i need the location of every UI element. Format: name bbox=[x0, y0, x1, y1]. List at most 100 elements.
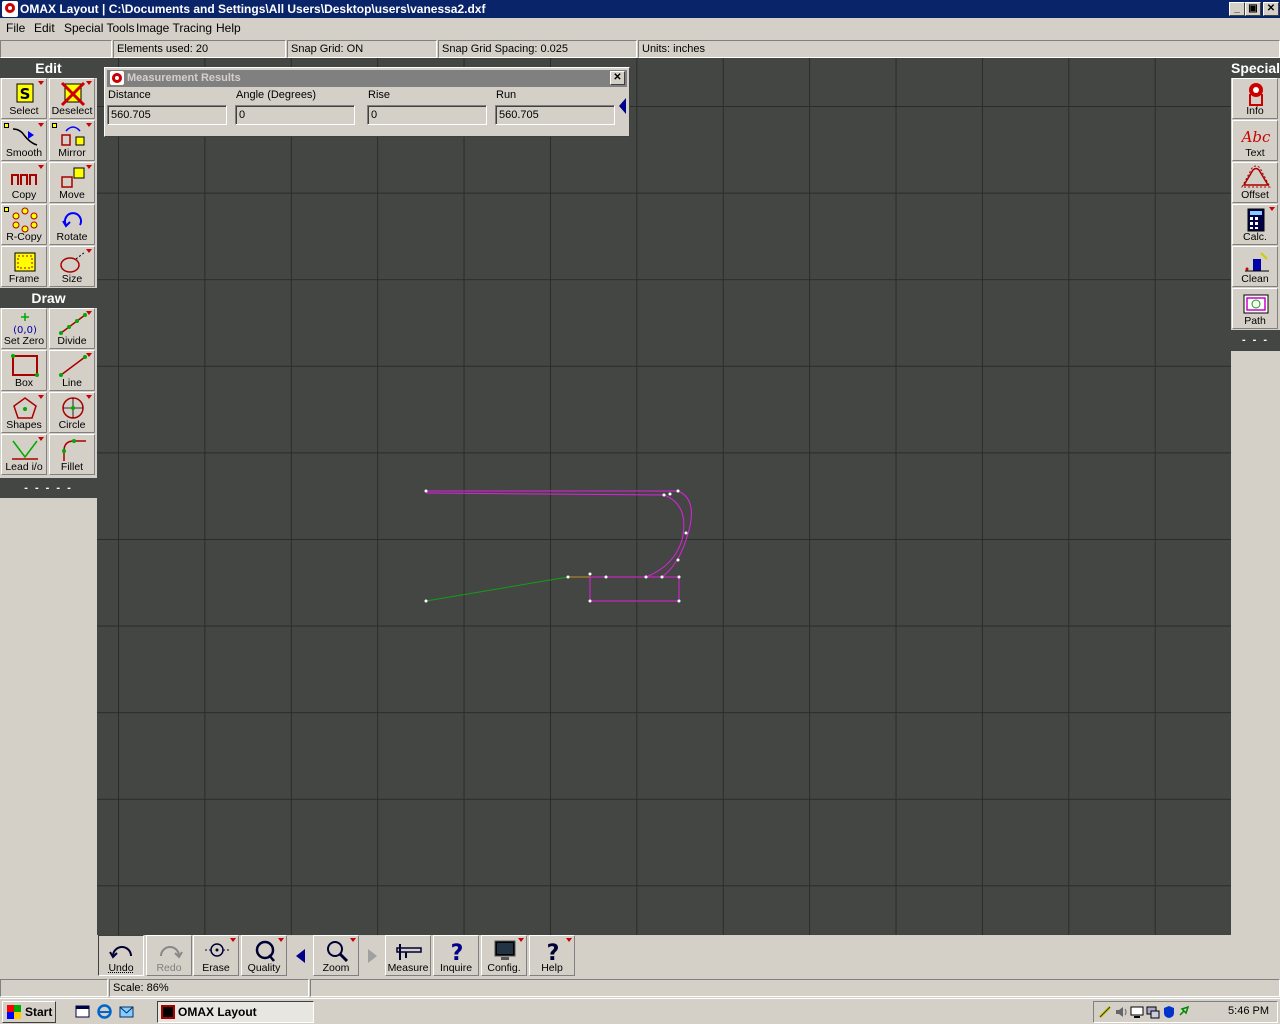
right-panel-expander[interactable]: - - - bbox=[1231, 330, 1280, 351]
network-icon[interactable] bbox=[1098, 1005, 1112, 1019]
rise-label: Rise bbox=[368, 89, 391, 101]
menu-special-tools[interactable]: Special Tools bbox=[64, 21, 135, 35]
right-tool-panel: Special Info Abc Text Offset Calc. Clean… bbox=[1231, 58, 1280, 351]
offset-icon bbox=[1241, 165, 1271, 188]
volume-icon[interactable] bbox=[1114, 1005, 1128, 1019]
redo-button[interactable]: Redo bbox=[146, 935, 192, 976]
outlook-express-icon[interactable] bbox=[118, 1003, 135, 1020]
circle-icon bbox=[62, 397, 84, 419]
offset-tool[interactable]: Offset bbox=[1232, 162, 1278, 203]
show-desktop-icon[interactable] bbox=[74, 1003, 91, 1020]
info-status-bar: Elements used: 20 Snap Grid: ON Snap Gri… bbox=[0, 40, 1280, 58]
inner-path[interactable] bbox=[425, 492, 685, 578]
inquire-button[interactable]: ? Inquire bbox=[433, 935, 479, 976]
menu-edit[interactable]: Edit bbox=[34, 21, 55, 35]
display-icon[interactable] bbox=[1130, 1005, 1144, 1019]
size-icon bbox=[60, 251, 86, 273]
mirror-tool[interactable]: Mirror bbox=[49, 120, 95, 161]
menu-image-tracing[interactable]: Image Tracing bbox=[136, 21, 212, 35]
taskbar-clock[interactable]: 5:46 PM bbox=[1228, 1005, 1269, 1017]
select-tool[interactable]: S Select bbox=[1, 78, 47, 119]
zoom-next-icon[interactable] bbox=[365, 947, 379, 965]
question-icon: ? bbox=[451, 941, 464, 964]
app-icon[interactable] bbox=[2, 1, 18, 17]
drawing-canvas[interactable] bbox=[97, 58, 1231, 935]
r-copy-tool[interactable]: R-Copy bbox=[1, 204, 47, 245]
title-bar: OMAX Layout | C:\Documents and Settings\… bbox=[0, 0, 1280, 18]
tab-box[interactable] bbox=[589, 576, 680, 602]
calc-tool[interactable]: Calc. bbox=[1232, 204, 1278, 245]
menu-help[interactable]: Help bbox=[216, 21, 241, 35]
config-button[interactable]: Config. bbox=[481, 935, 527, 976]
measurement-title-bar[interactable]: Measurement Results ✕ bbox=[107, 70, 627, 87]
computer-icon[interactable] bbox=[1146, 1005, 1160, 1019]
shield-icon[interactable] bbox=[1162, 1005, 1176, 1019]
monitor-icon bbox=[494, 940, 516, 960]
copy-tool[interactable]: Copy bbox=[1, 162, 47, 203]
circle-tool[interactable]: Circle bbox=[49, 392, 95, 433]
svg-text:?: ? bbox=[547, 941, 560, 964]
collapse-arrow-icon[interactable] bbox=[619, 98, 627, 114]
left-panel-expander[interactable]: - - - - - bbox=[0, 478, 97, 498]
internet-explorer-icon[interactable] bbox=[96, 1003, 113, 1020]
divide-icon bbox=[59, 313, 87, 335]
rotate-tool[interactable]: Rotate bbox=[49, 204, 95, 245]
lead-io-tool[interactable]: Lead i/o bbox=[1, 434, 47, 475]
zoom-button[interactable]: Zoom bbox=[313, 935, 359, 976]
text-icon: Abc bbox=[1241, 128, 1271, 146]
mirror-icon bbox=[61, 126, 85, 146]
status-elements: Elements used: 20 bbox=[113, 40, 286, 58]
box-tool[interactable]: Box bbox=[1, 350, 47, 391]
quality-button[interactable]: Quality bbox=[241, 935, 287, 976]
rise-field[interactable]: 0 bbox=[367, 105, 487, 125]
smooth-tool[interactable]: Smooth bbox=[1, 120, 47, 161]
angle-field[interactable]: 0 bbox=[235, 105, 355, 125]
minimize-button[interactable]: _ bbox=[1229, 2, 1245, 16]
measurement-close-button[interactable]: ✕ bbox=[610, 71, 625, 85]
measure-button[interactable]: Measure bbox=[385, 935, 431, 976]
distance-label: Distance bbox=[108, 89, 151, 101]
maximize-button[interactable]: ▣ bbox=[1245, 2, 1261, 16]
angle-label: Angle (Degrees) bbox=[236, 89, 317, 101]
distance-field[interactable]: 560.705 bbox=[107, 105, 227, 125]
erase-button[interactable]: Erase bbox=[193, 935, 239, 976]
close-button[interactable]: ✕ bbox=[1263, 2, 1279, 16]
copy-icon bbox=[11, 174, 37, 185]
clean-tool[interactable]: Clean bbox=[1232, 246, 1278, 287]
start-button[interactable]: Start bbox=[2, 1001, 56, 1023]
line-tool[interactable]: Line bbox=[49, 350, 95, 391]
divide-tool[interactable]: Divide bbox=[49, 308, 95, 349]
select-icon: S bbox=[16, 83, 34, 103]
status-scale: Scale: 86% bbox=[109, 979, 309, 997]
shapes-tool[interactable]: Shapes bbox=[1, 392, 47, 433]
zoom-prev-icon[interactable] bbox=[293, 947, 307, 965]
move-icon bbox=[61, 167, 85, 188]
deselect-tool[interactable]: Deselect bbox=[49, 78, 95, 119]
fillet-tool[interactable]: Fillet bbox=[49, 434, 95, 475]
omax-icon bbox=[110, 71, 124, 85]
lead-in-line[interactable] bbox=[425, 576, 569, 602]
measurement-results-window: Measurement Results ✕ Distance Angle (De… bbox=[104, 67, 630, 137]
size-tool[interactable]: Size bbox=[49, 246, 95, 287]
taskbar-omax-layout[interactable]: OMAX Layout bbox=[157, 1001, 314, 1023]
node-points bbox=[424, 489, 688, 603]
omax-task-icon bbox=[161, 1005, 175, 1019]
caliper-icon bbox=[396, 944, 422, 960]
path-tool[interactable]: Path bbox=[1232, 288, 1278, 329]
frame-tool[interactable]: Frame bbox=[1, 246, 47, 287]
line-icon bbox=[59, 355, 87, 377]
left-tool-panel: Edit S Select Deselect Smooth Mirror Cop… bbox=[0, 58, 97, 498]
part-drawing bbox=[424, 489, 692, 603]
info-tool[interactable]: Info bbox=[1232, 78, 1278, 119]
text-tool[interactable]: Abc Text bbox=[1232, 120, 1278, 161]
outer-path[interactable] bbox=[426, 490, 692, 578]
move-tool[interactable]: Move bbox=[49, 162, 95, 203]
run-field[interactable]: 560.705 bbox=[495, 105, 615, 125]
menu-file[interactable]: File bbox=[6, 21, 25, 35]
help-button[interactable]: ? Help bbox=[529, 935, 575, 976]
undo-button[interactable]: Undo bbox=[98, 935, 144, 976]
set-zero-tool[interactable]: (0,0) Set Zero bbox=[1, 308, 47, 349]
fillet-icon bbox=[62, 439, 86, 461]
windows-flag-icon bbox=[7, 1005, 21, 1019]
connection-icon[interactable] bbox=[1178, 1005, 1192, 1019]
